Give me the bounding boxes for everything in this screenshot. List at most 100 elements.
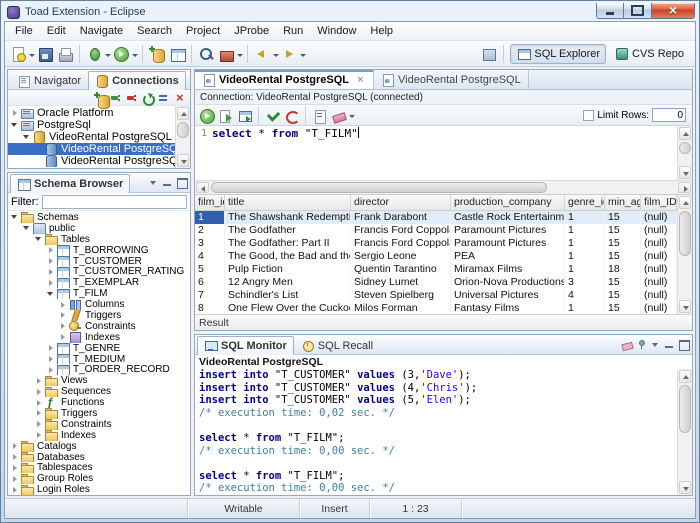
column-header-production-company[interactable]: production_company: [451, 195, 565, 210]
table-cell[interactable]: 8: [195, 302, 225, 314]
tab-navigator[interactable]: Navigator: [10, 71, 88, 90]
tree-item-oracle-platform[interactable]: Oracle Platform: [8, 107, 175, 119]
close-button[interactable]: [651, 2, 695, 19]
scroll-up-icon[interactable]: [679, 196, 691, 209]
table-cell[interactable]: 2: [195, 224, 225, 237]
table-cell[interactable]: PEA: [451, 250, 565, 263]
table-cell[interactable]: 12 Angry Men: [225, 276, 351, 289]
table-cell[interactable]: 1: [565, 250, 605, 263]
table-cell[interactable]: (null): [641, 302, 677, 314]
scrollbar-track[interactable]: [177, 121, 189, 153]
column-header-film-id-episodes[interactable]: film_ID_episodes: [641, 195, 677, 210]
save-icon[interactable]: [36, 45, 54, 63]
tree-item-triggers[interactable]: Triggers: [8, 310, 190, 321]
table-cell[interactable]: 5: [195, 263, 225, 276]
scroll-down-icon[interactable]: [679, 300, 691, 313]
table-cell[interactable]: Castle Rock Entertainment: [451, 211, 565, 224]
scrollbar-track[interactable]: [679, 210, 691, 299]
editor-hscrollbar[interactable]: [195, 180, 692, 194]
expander-collapsed-icon[interactable]: [34, 408, 44, 418]
minimize-button[interactable]: [596, 2, 624, 19]
menu-navigate[interactable]: Navigate: [73, 23, 130, 39]
sql-monitor-log[interactable]: insert into "T_CUSTOMER" values (3,'Dave…: [195, 369, 677, 495]
new-wizard-dropdown-icon[interactable]: [28, 46, 35, 62]
table-cell[interactable]: Francis Ford Coppola: [351, 224, 451, 237]
menu-file[interactable]: File: [8, 23, 40, 39]
table-cell[interactable]: 1: [565, 211, 605, 224]
menu-help[interactable]: Help: [363, 23, 400, 39]
menu-search[interactable]: Search: [130, 23, 179, 39]
table-cell[interactable]: 15: [605, 237, 641, 250]
view-menu-button[interactable]: [649, 338, 662, 351]
minimize-button[interactable]: [663, 338, 676, 351]
view-menu-button[interactable]: [189, 73, 190, 86]
tree-item-functions[interactable]: Functions: [8, 397, 190, 408]
table-cell[interactable]: 1: [565, 302, 605, 314]
print-icon[interactable]: [56, 45, 74, 63]
table-cell[interactable]: Miramax Films: [451, 263, 565, 276]
expander-expanded-icon[interactable]: [22, 223, 32, 233]
debug-dropdown-icon[interactable]: [104, 46, 111, 62]
tree-item-t-medium[interactable]: T_MEDIUM: [8, 354, 190, 365]
export-icon[interactable]: [236, 107, 253, 124]
expander-expanded-icon[interactable]: [34, 234, 44, 244]
expander-collapsed-icon[interactable]: [10, 441, 20, 451]
scroll-right-icon[interactable]: [678, 182, 691, 193]
table-cell[interactable]: Sidney Lumet: [351, 276, 451, 289]
column-header-min-age[interactable]: min_age: [605, 195, 641, 210]
expander-collapsed-icon[interactable]: [10, 474, 20, 484]
tab-connections[interactable]: Connections: [88, 71, 186, 90]
table-cell[interactable]: Universal Pictures: [451, 289, 565, 302]
monitor-vscrollbar[interactable]: [677, 369, 692, 495]
expander-collapsed-icon[interactable]: [58, 300, 68, 310]
editor-tab-videorental-postgresql[interactable]: VideoRental PostgreSQL: [374, 70, 529, 89]
scroll-up-icon[interactable]: [177, 107, 189, 120]
expander-collapsed-icon[interactable]: [46, 278, 56, 288]
table-cell[interactable]: Paramount Pictures: [451, 237, 565, 250]
new-connection-icon[interactable]: [93, 90, 110, 109]
table-cell[interactable]: Milos Forman: [351, 302, 451, 314]
expander-collapsed-icon[interactable]: [58, 321, 68, 331]
tree-item-group-roles[interactable]: Group Roles: [8, 473, 190, 485]
tree-item-sequences[interactable]: Sequences: [8, 386, 190, 398]
limit-rows-input[interactable]: [652, 108, 686, 122]
table-cell[interactable]: The Godfather: [225, 224, 351, 237]
tree-item-public[interactable]: public: [8, 223, 190, 234]
scrollbar-thumb[interactable]: [211, 182, 548, 193]
column-header-title[interactable]: title: [225, 195, 351, 210]
sql-editor[interactable]: 1 select * from "T_FILM": [195, 126, 677, 180]
expander-collapsed-icon[interactable]: [10, 452, 20, 462]
scrollbar-thumb[interactable]: [679, 142, 691, 154]
table-cell[interactable]: 3: [565, 276, 605, 289]
tree-item-login-roles[interactable]: Login Roles: [8, 484, 190, 495]
table-cell[interactable]: Schindler's List: [225, 289, 351, 302]
expander-collapsed-icon[interactable]: [46, 267, 56, 277]
expander-collapsed-icon[interactable]: [46, 343, 56, 353]
expander-collapsed-icon[interactable]: [34, 376, 44, 386]
external-tools-dropdown-icon[interactable]: [236, 46, 243, 62]
table-cell[interactable]: Steven Spielberg: [351, 289, 451, 302]
expander-collapsed-icon[interactable]: [10, 108, 20, 118]
tab-sql-monitor[interactable]: SQL Monitor: [197, 336, 294, 355]
scroll-down-icon[interactable]: [679, 481, 691, 494]
titlebar[interactable]: Toad Extension - Eclipse: [1, 1, 699, 21]
table-cell[interactable]: (null): [641, 211, 677, 224]
menu-project[interactable]: Project: [179, 23, 227, 39]
table-cell[interactable]: 3: [195, 237, 225, 250]
expander-collapsed-icon[interactable]: [46, 245, 56, 255]
table-row[interactable]: 3 The Godfather: Part II Francis Ford Copp…: [195, 237, 677, 250]
menu-edit[interactable]: Edit: [40, 23, 73, 39]
perspective-sql-explorer[interactable]: SQL Explorer: [510, 43, 607, 64]
scroll-up-icon[interactable]: [679, 370, 691, 383]
menu-jprobe[interactable]: JProbe: [227, 23, 276, 39]
tree-item-t-customer-rating[interactable]: T_CUSTOMER_RATING: [8, 266, 190, 278]
execute-script-icon[interactable]: [217, 107, 234, 124]
table-cell[interactable]: One Flew Over the Cuckoo's Nest: [225, 302, 351, 314]
tree-item-indexes[interactable]: Indexes: [8, 430, 190, 441]
tree-item-indexes[interactable]: Indexes: [8, 332, 190, 343]
table-cell[interactable]: (null): [641, 276, 677, 289]
table-cell[interactable]: Pulp Fiction: [225, 263, 351, 276]
tree-item-tables[interactable]: Tables: [8, 234, 190, 245]
tab-schema-browser[interactable]: Schema Browser: [10, 174, 131, 193]
table-cell[interactable]: 1: [565, 224, 605, 237]
